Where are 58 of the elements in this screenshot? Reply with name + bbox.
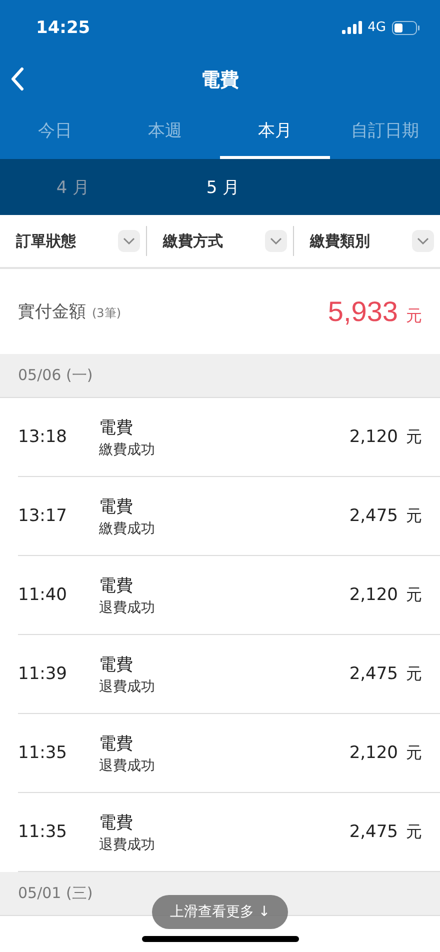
transaction-amount: 2,475 [349,822,398,842]
currency-unit: 元 [406,426,422,448]
dropdown-button[interactable] [118,230,140,252]
transaction-status: 退費成功 [99,836,156,854]
transaction-row[interactable]: 13:18 電費 繳費成功 2,120 元 [18,398,440,477]
back-icon [10,67,24,91]
transaction-row[interactable]: 13:17 電費 繳費成功 2,475 元 [18,477,440,556]
date-header: 05/01 (三) [18,884,93,903]
chevron-icon [123,237,135,245]
transaction-amount: 2,120 [349,584,398,604]
transaction-amount: 2,120 [349,742,398,762]
currency-unit: 元 [406,822,422,842]
dropdown-button[interactable] [412,230,434,252]
transaction-title: 電費 [99,732,134,754]
transaction-status: 退費成功 [99,678,156,696]
currency-unit: 元 [406,742,422,764]
transaction-row[interactable]: 11:40 電費 退費成功 2,120 元 [18,556,440,635]
currency-unit: 元 [406,306,422,326]
transaction-row[interactable]: 11:35 電費 退費成功 2,120 元 [18,714,440,793]
total-label: 實付金額 [18,301,86,323]
transaction-time: 13:17 [18,506,67,526]
currency-unit: 元 [406,584,422,606]
month-tab[interactable]: 5 月 [160,159,286,215]
transaction-time: 13:18 [18,427,67,447]
transaction-status: 退費成功 [99,598,156,616]
transaction-time: 11:39 [18,664,67,684]
transaction-title: 電費 [99,812,134,834]
transaction-amount: 2,475 [349,506,398,526]
transaction-status: 繳費成功 [99,440,156,458]
transaction-status: 退費成功 [99,756,156,774]
currency-unit: 元 [406,664,422,684]
date-header: 05/06 (一) [18,366,93,385]
transaction-time: 11:35 [18,822,67,842]
transaction-time: 11:40 [18,585,67,605]
transaction-title: 電費 [99,654,134,676]
filter-label: 繳費類別 [310,232,370,250]
transaction-amount: 2,120 [349,426,398,446]
status-time: 14:25 [36,18,90,38]
filter-label: 訂單狀態 [16,232,76,250]
total-amount: 5,933 [328,296,398,328]
chevron-icon [270,237,282,245]
dropdown-button[interactable] [265,230,287,252]
transaction-row[interactable]: 11:39 電費 退費成功 2,475 元 [18,635,440,714]
count-label: (3筆) [92,305,121,322]
scroll-hint: 上滑查看更多 ↓ [152,895,288,929]
chevron-icon [417,237,429,245]
transaction-title: 電費 [99,416,134,438]
transaction-title: 電費 [99,496,134,518]
page-title: 電費 [201,68,239,93]
transaction-amount: 2,475 [349,664,398,684]
currency-unit: 元 [406,506,422,526]
transaction-status: 繳費成功 [99,520,156,538]
transaction-time: 11:35 [18,743,67,763]
network-label: 4G [368,20,386,35]
transaction-title: 電費 [99,574,134,596]
filter-label: 繳費方式 [163,232,223,250]
signal-icon [342,21,362,34]
battery-icon [392,20,420,34]
